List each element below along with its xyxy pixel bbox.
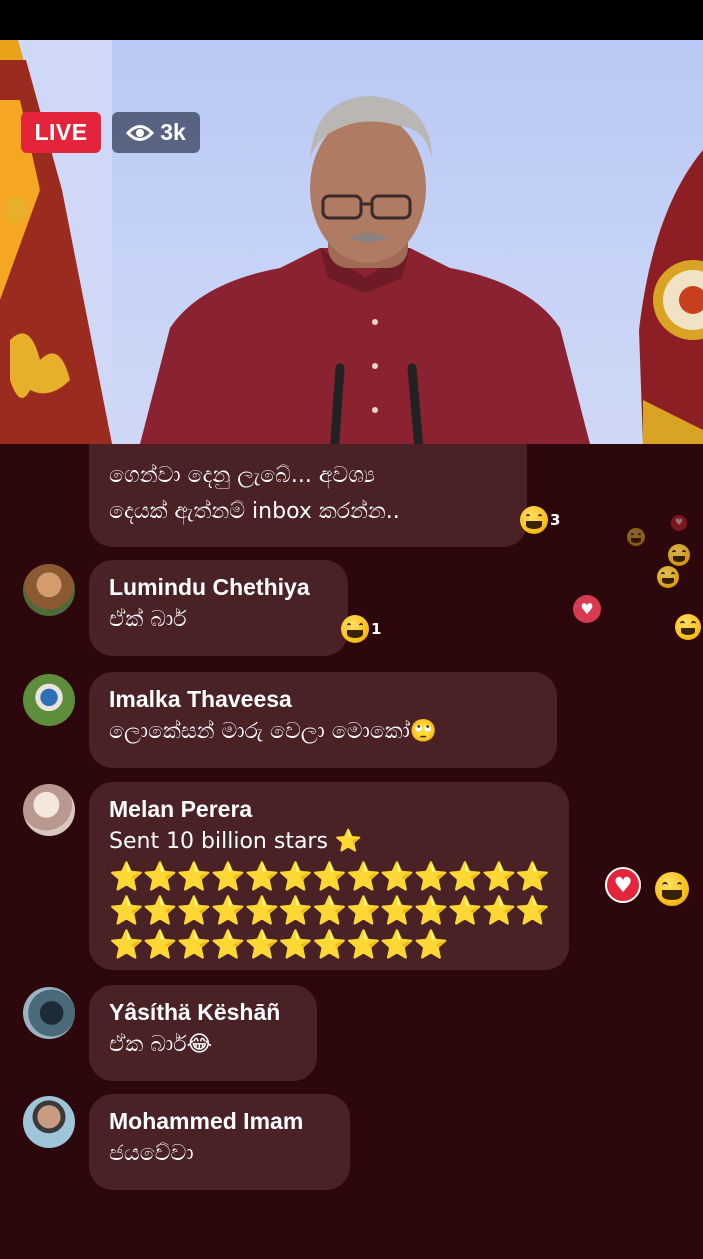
avatar[interactable]	[23, 674, 75, 726]
comment-text: ඒක් බාර්	[109, 607, 187, 632]
comment-bubble: Yâsíthä Këshāñ ඒක බාර්😂	[89, 985, 317, 1081]
laughing-emoji-icon	[668, 544, 690, 566]
comment-text: Sent 10 billion stars ⭐	[109, 829, 363, 854]
laughing-emoji-icon	[655, 872, 689, 906]
stars-row: ⭐⭐⭐⭐⭐⭐⭐⭐⭐⭐⭐⭐⭐	[109, 894, 550, 927]
heart-icon: ♥	[605, 867, 641, 903]
live-video[interactable]: LIVE 3k	[0, 40, 703, 444]
viewers-badge[interactable]: 3k	[112, 112, 200, 153]
speaker	[140, 96, 590, 444]
comment-text: ලොකේසන් මාරු වෙලා මොකෝ🙄	[109, 719, 438, 744]
laughing-emoji-icon	[657, 566, 679, 588]
comment-bubble: Lumindu Chethiya ඒක් බාර්	[89, 560, 348, 656]
comment-reaction[interactable]: 3	[520, 506, 560, 534]
stars-row: ⭐⭐⭐⭐⭐⭐⭐⭐⭐⭐⭐⭐⭐	[109, 860, 550, 893]
stars-row: ⭐⭐⭐⭐⭐⭐⭐⭐⭐⭐	[109, 928, 449, 961]
heart-icon: ♥	[573, 595, 601, 623]
comment-bubble: Mohammed Imam ජයවේවා	[89, 1094, 350, 1190]
comment-text: ජයවේවා	[109, 1141, 194, 1166]
comments-feed[interactable]: ගෙන්වා දෙනු ලැබේ... අවශ්‍ය දෙයක් ඇත්නම් …	[0, 444, 703, 1259]
comment-author[interactable]: Imalka Thaveesa	[109, 684, 537, 714]
avatar[interactable]	[23, 987, 75, 1039]
laughing-emoji-icon	[520, 506, 548, 534]
comment-author[interactable]: Mohammed Imam	[109, 1106, 330, 1136]
status-bar	[0, 0, 703, 40]
flag-left	[0, 40, 112, 444]
heart-icon: ♥	[671, 515, 687, 531]
eye-icon	[126, 124, 155, 141]
comment-bubble: Imalka Thaveesa ලොකේසන් මාරු වෙලා මොකෝ🙄	[89, 672, 557, 768]
comment-bubble: Melan Perera Sent 10 billion stars ⭐ ⭐⭐⭐…	[89, 782, 569, 970]
comment-author[interactable]: Melan Perera	[109, 794, 549, 824]
avatar[interactable]	[23, 784, 75, 836]
reaction-count: 3	[550, 511, 561, 529]
comment-author[interactable]: Yâsíthä Këshāñ	[109, 997, 297, 1027]
flag-right	[639, 150, 703, 444]
laughing-emoji-icon	[627, 528, 645, 546]
reaction-count: 1	[371, 620, 382, 638]
comment-text: ගෙන්වා දෙනු ලැබේ... අවශ්‍ය	[109, 463, 375, 488]
comment-text: ඒක බාර්😂	[109, 1032, 213, 1057]
comment-text: දෙයක් ඇත්නම් inbox කරන්න..	[109, 499, 400, 524]
live-badge: LIVE	[21, 112, 101, 153]
viewer-count: 3k	[160, 119, 186, 145]
avatar[interactable]	[23, 564, 75, 616]
comment-author[interactable]: Lumindu Chethiya	[109, 572, 328, 602]
comment-reaction[interactable]: 1	[341, 615, 381, 643]
laughing-emoji-icon	[675, 614, 701, 640]
comment-bubble: ගෙන්වා දෙනු ලැබේ... අවශ්‍ය දෙයක් ඇත්නම් …	[89, 444, 527, 547]
avatar[interactable]	[23, 1096, 75, 1148]
laughing-emoji-icon	[341, 615, 369, 643]
